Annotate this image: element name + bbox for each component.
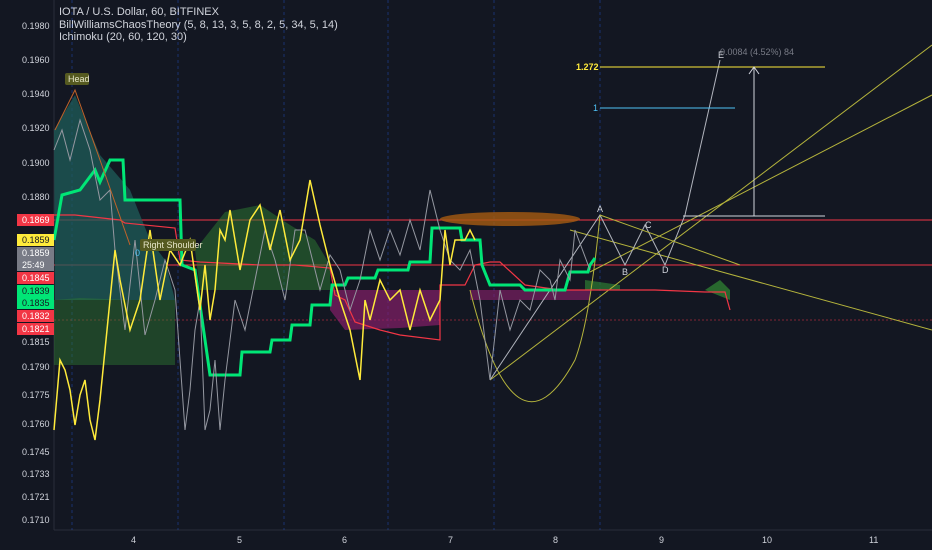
point-c-label: C: [645, 220, 652, 230]
head-label: Head: [68, 74, 90, 84]
price-tick: 0.1920: [22, 123, 50, 133]
price-tag-text: 0.1869: [22, 215, 50, 225]
resistance-ellipse[interactable]: [440, 212, 580, 226]
fib-1-label: 1: [593, 103, 598, 113]
price-tag-text: 0.1815: [22, 337, 50, 347]
price-tag-text: 0.1845: [22, 273, 50, 283]
price-tick: 0.1733: [22, 469, 50, 479]
countdown-text: 25:49: [22, 260, 45, 270]
cloud-teal-area: [54, 95, 175, 300]
price-tick: 0.1940: [22, 89, 50, 99]
time-tick: 7: [448, 535, 453, 545]
price-tick: 0.1960: [22, 55, 50, 65]
time-tick: 11: [869, 535, 878, 545]
price-tick: 0.1745: [22, 447, 50, 457]
price-tick: 0.1900: [22, 158, 50, 168]
price-tick: 0.1760: [22, 419, 50, 429]
price-tag-text: 0.1835: [22, 298, 50, 308]
time-tick: 10: [762, 535, 772, 545]
time-tick: 5: [237, 535, 242, 545]
price-tick: 0.1710: [22, 515, 50, 525]
price-tick: 0.1790: [22, 362, 50, 372]
time-tick: 8: [553, 535, 558, 545]
price-tag-text: 0.1821: [22, 324, 50, 334]
cloud-green-lower: [54, 298, 175, 365]
price-tag-text: 0.1859: [22, 235, 50, 245]
price-tag-red-2: 0.1845: [17, 272, 54, 284]
price-tag-text: 0.1839: [22, 286, 50, 296]
time-tick: 9: [659, 535, 664, 545]
price-tick: 0.1980: [22, 21, 50, 31]
time-tick: 4: [131, 535, 136, 545]
price-tag-yellow: 0.1859: [17, 234, 54, 246]
right-shoulder-label: Right Shoulder: [143, 240, 203, 250]
point-e-label: E: [718, 50, 724, 60]
price-tag-red-3: 0.1832: [17, 310, 54, 322]
time-tick: 6: [342, 535, 347, 545]
fib-1272-label: 1.272: [576, 62, 599, 72]
fib-0-label: 0: [135, 248, 140, 258]
countdown-tag: 25:49: [17, 259, 54, 271]
point-a-label: A: [597, 204, 603, 214]
price-chart-canvas[interactable]: Head Right Shoulder 0 1.272 1 0.0084 (4.…: [0, 0, 932, 550]
time-axis-ticks: 4 5 6 7 8 9 10 11: [131, 535, 878, 545]
point-d-label: D: [662, 265, 669, 275]
price-tick: 0.1775: [22, 390, 50, 400]
price-tag-green-1: 0.1839: [17, 285, 54, 297]
price-tick: 0.1721: [22, 492, 50, 502]
price-tag-red-4: 0.1821: [17, 323, 54, 335]
price-tag-red-1: 0.1869: [17, 214, 54, 226]
price-tag-green-2: 0.1835: [17, 297, 54, 309]
measure-label: 0.0084 (4.52%) 84: [720, 47, 794, 57]
point-b-label: B: [622, 267, 628, 277]
price-tag-dark: 0.1815: [22, 337, 50, 347]
price-tag-text: 0.1859: [22, 248, 50, 258]
price-tag-text: 0.1832: [22, 311, 50, 321]
price-tick: 0.1880: [22, 192, 50, 202]
price-tag-grey: 0.1859: [17, 247, 54, 259]
